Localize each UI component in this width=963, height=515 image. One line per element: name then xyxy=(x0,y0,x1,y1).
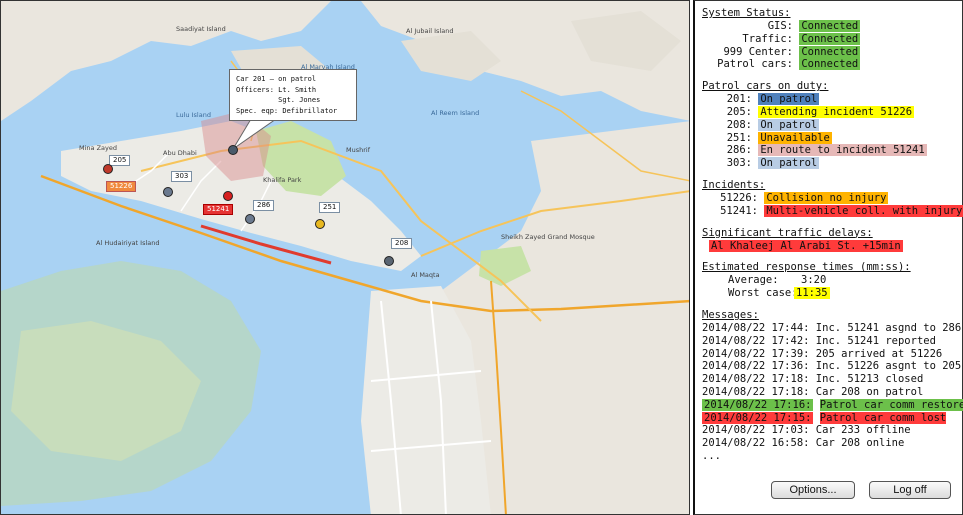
options-button[interactable]: Options... xyxy=(771,481,855,499)
status-panel: System Status: GIS: Connected Traffic: C… xyxy=(693,0,963,515)
traffic-row: Al Khaleej Al Arabi St. +15min xyxy=(702,239,962,253)
status-row-traffic: Traffic: Connected xyxy=(742,32,861,45)
message-row: 2014/08/22 17:15: Patrol car comm lost xyxy=(702,411,947,424)
car-marker-205[interactable] xyxy=(103,164,113,174)
car-marker-201[interactable] xyxy=(228,145,238,155)
car-label-205: 205 xyxy=(109,155,131,166)
messages-section: Messages: 2014/08/22 17:44: Inc. 51241 a… xyxy=(702,308,963,463)
message-row: 2014/08/22 17:03: Car 233 offline xyxy=(702,424,911,437)
car-marker-251[interactable] xyxy=(315,219,325,229)
message-row: 2014/08/22 17:16: Patrol car comm restor… xyxy=(702,398,963,412)
patrol-row[interactable]: 251: Unavailable xyxy=(702,131,962,145)
status-value: Connected xyxy=(799,58,861,71)
response-average-row: Average: 3:20 xyxy=(728,274,827,287)
logoff-button[interactable]: Log off xyxy=(869,481,951,499)
messages-more: ... xyxy=(702,449,721,462)
message-row: 2014/08/22 17:39: 205 arrived at 51226 xyxy=(702,347,943,360)
patrol-section: Patrol cars on duty: 201: On patrol 205:… xyxy=(702,80,962,170)
system-status-heading: System Status: xyxy=(702,7,791,19)
car-label-286: 286 xyxy=(253,200,275,211)
message-row: 2014/08/22 17:44: Inc. 51241 asgnd to 28… xyxy=(702,321,962,334)
patrol-row[interactable]: 303: On patrol xyxy=(702,157,962,170)
patrol-heading: Patrol cars on duty: xyxy=(702,80,829,93)
message-row: 2014/08/22 17:42: Inc. 51241 reported xyxy=(702,334,936,347)
patrol-row[interactable]: 208: On patrol xyxy=(702,118,962,132)
incidents-section: Incidents: 51226: Collision no injury 51… xyxy=(702,178,963,218)
patrol-row[interactable]: 286: En route to incident 51241 xyxy=(702,144,962,157)
traffic-heading: Significant traffic delays: xyxy=(702,226,873,239)
map-view[interactable]: Abu Dhabi Al Hudairiyat Island Saadiyat … xyxy=(0,0,690,515)
status-value: Connected xyxy=(799,32,861,45)
patrol-row[interactable]: 201: On patrol xyxy=(702,93,962,106)
status-row-patrol: Patrol cars: Connected xyxy=(717,58,861,71)
system-status-section: System Status: GIS: Connected Traffic: C… xyxy=(702,7,962,71)
car-label-251: 251 xyxy=(319,202,341,213)
status-row-999: 999 Center: Connected xyxy=(723,45,861,58)
incident-marker-51241[interactable] xyxy=(223,191,233,201)
map-callout: Car 201 – on patrol Officers: Lt. Smith … xyxy=(229,69,357,121)
incidents-heading: Incidents: xyxy=(702,178,766,191)
car-label-208: 208 xyxy=(391,238,413,249)
patrol-row[interactable]: 205: Attending incident 51226 xyxy=(702,105,962,119)
car-marker-303[interactable] xyxy=(163,187,173,197)
car-marker-286[interactable] xyxy=(245,214,255,224)
status-value: Connected xyxy=(799,20,861,32)
response-section: Estimated response times (mm:ss): Averag… xyxy=(702,261,962,300)
incident-label-51226: 51226 xyxy=(106,181,137,192)
message-row: 2014/08/22 16:58: Car 208 online xyxy=(702,437,905,450)
status-row-gis: GIS: Connected xyxy=(767,20,861,32)
traffic-delay: Al Khaleej Al Arabi St. +15min xyxy=(709,239,903,252)
response-heading: Estimated response times (mm:ss): xyxy=(702,261,911,274)
incident-row[interactable]: 51241: Multi-vehicle coll. with injury xyxy=(702,204,963,218)
car-marker-208[interactable] xyxy=(384,256,394,266)
message-row: 2014/08/22 17:18: Car 208 on patrol xyxy=(702,385,924,398)
incident-label-51241: 51241 xyxy=(203,204,234,215)
car-label-303: 303 xyxy=(171,171,193,182)
traffic-section: Significant traffic delays: Al Khaleej A… xyxy=(702,227,962,253)
incident-row[interactable]: 51226: Collision no injury xyxy=(702,191,962,205)
message-row: 2014/08/22 17:36: Inc. 51226 asgnt to 20… xyxy=(702,360,962,373)
response-worst-row: Worst case:11:35 xyxy=(728,287,830,300)
message-row: 2014/08/22 17:18: Inc. 51213 closed xyxy=(702,373,924,386)
status-value: Connected xyxy=(799,45,861,58)
messages-heading: Messages: xyxy=(702,308,759,321)
